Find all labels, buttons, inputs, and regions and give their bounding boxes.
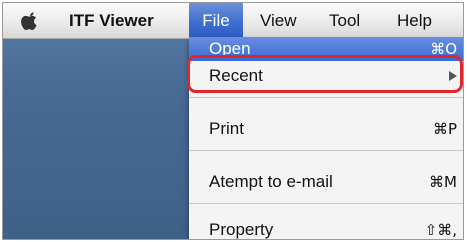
menu-separator [189,97,463,98]
menu-item-property-label: Property [209,220,274,239]
menu-separator [189,203,463,204]
menu-item-property-shortcut: ⇧⌘, [424,221,457,239]
menu-item-open-shortcut: ⌘O [430,40,457,58]
menu-item-recent[interactable]: Recent [189,61,463,91]
menu-tool[interactable]: Tool [329,3,360,38]
screenshot-frame: ITF Viewer File View Tool Help Open ⌘O R… [2,2,464,240]
app-menu[interactable]: ITF Viewer [69,3,154,38]
menu-item-print-label: Print [209,119,244,138]
apple-icon[interactable] [21,11,39,31]
menu-item-recent-label: Recent [209,66,263,85]
menu-item-property[interactable]: Property ⇧⌘, [189,215,463,239]
menu-help[interactable]: Help [397,3,432,38]
menu-separator [189,150,463,151]
menu-item-email[interactable]: Atempt to e-mail ⌘M [189,167,463,197]
menu-file[interactable]: File [189,3,243,38]
menu-item-email-label: Atempt to e-mail [209,172,333,191]
menu-item-print-shortcut: ⌘P [432,120,457,138]
menu-bar: ITF Viewer File View Tool Help [3,3,463,39]
menu-item-open-label: Open [209,39,251,58]
submenu-arrow-icon [449,71,457,81]
menu-item-open[interactable]: Open ⌘O [189,37,463,61]
menu-view[interactable]: View [260,3,297,38]
menu-item-print[interactable]: Print ⌘P [189,114,463,144]
file-dropdown-menu: Open ⌘O Recent Print ⌘P Atempt to e-mail… [189,37,463,239]
menu-item-email-shortcut: ⌘M [429,173,457,191]
